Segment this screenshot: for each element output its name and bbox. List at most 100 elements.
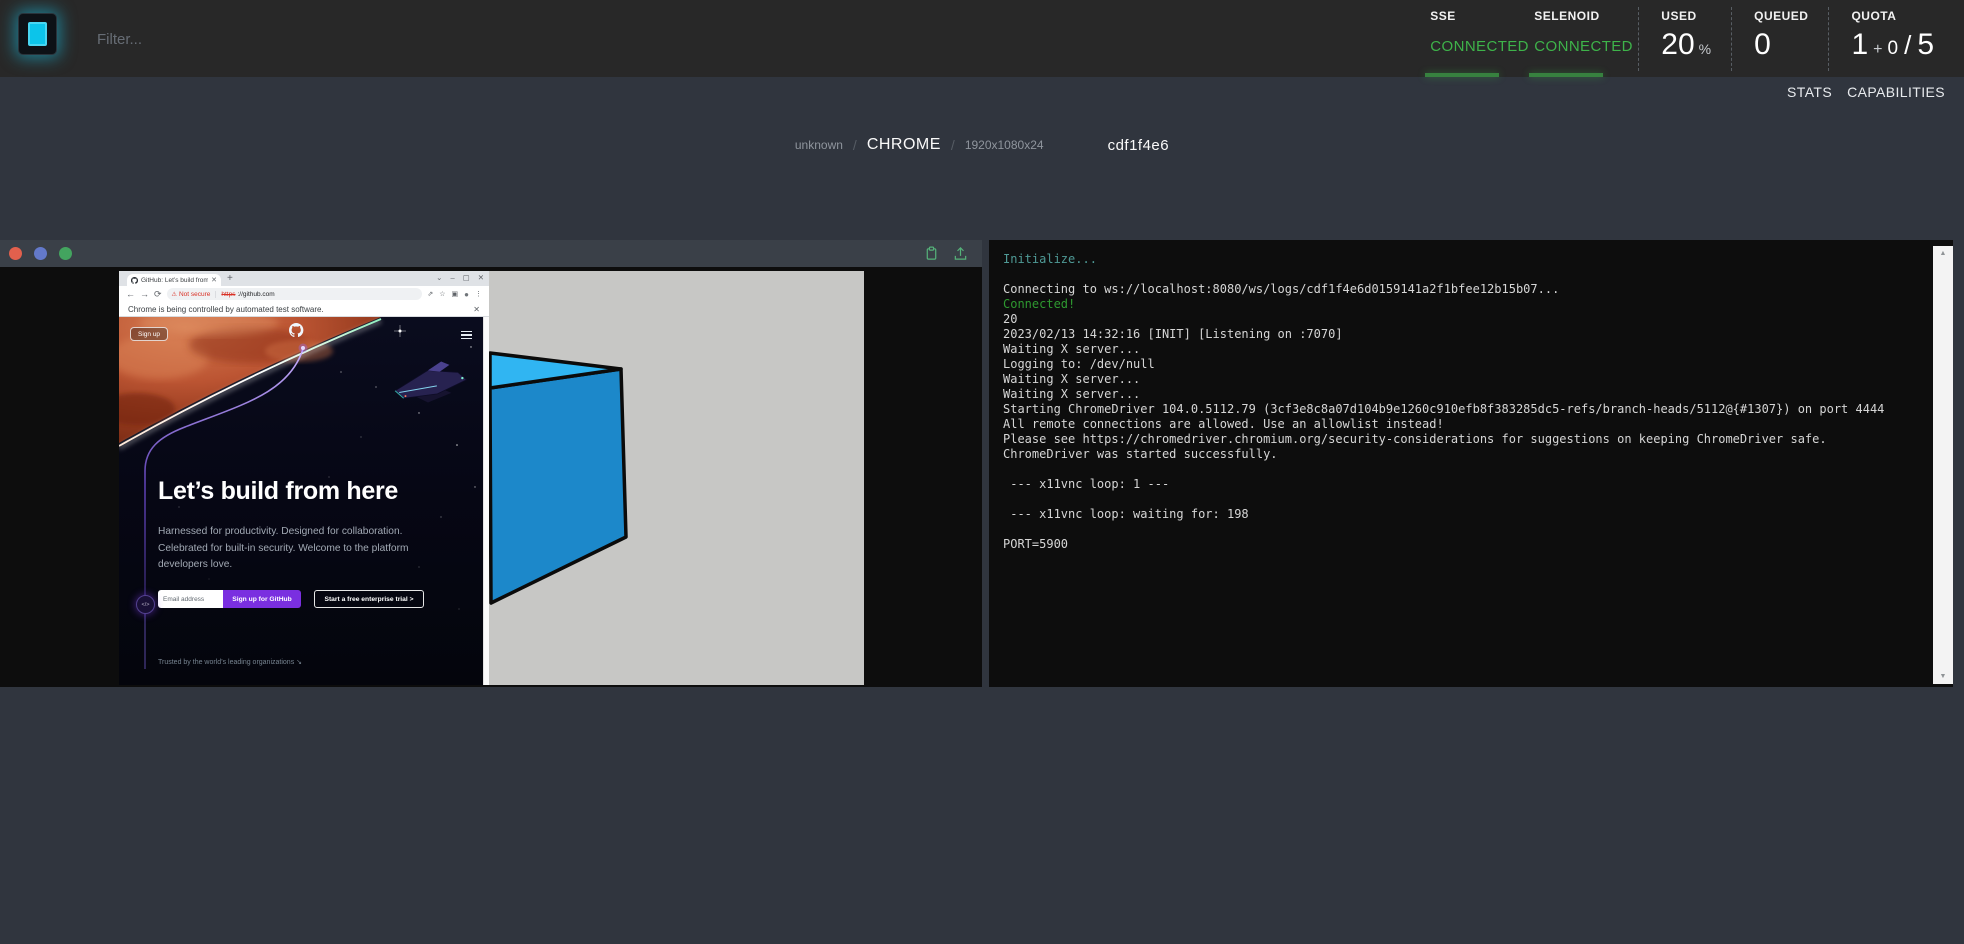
vnc-panel: GitHub: Let’s build from he… ✕ + ⌄ – ▢ ✕… [0, 240, 982, 687]
quota-pending: 0 [1888, 38, 1899, 59]
upload-icon[interactable] [953, 246, 968, 261]
github-signup-form: Sign up for GitHub Start a free enterpri… [158, 590, 424, 608]
log-line: Please see https://chromedriver.chromium… [1003, 432, 1925, 447]
used-value: 20 [1661, 28, 1694, 61]
used-label: USED [1661, 9, 1711, 23]
log-line: 2023/02/13 14:32:16 [INIT] [Listening on… [1003, 327, 1925, 342]
queued-label: QUEUED [1754, 9, 1808, 23]
code-bracket-icon: </> [136, 595, 155, 614]
close-light-button[interactable] [9, 247, 22, 260]
github-heading: Let’s build from here [158, 477, 398, 506]
browser-tab-strip: GitHub: Let’s build from he… ✕ + ⌄ – ▢ ✕ [119, 271, 489, 286]
app-logo[interactable] [18, 13, 57, 55]
remote-desktop-background [489, 271, 864, 685]
status-bar: SSE CONNECTED SELENOID CONNECTED USED 20… [1430, 0, 1954, 77]
logo-mark-icon [28, 22, 47, 46]
browser-toolbar: ← → ⟳ ⚠ Not secure https://github.com ⇗ … [119, 286, 489, 302]
url-host: ://github.com [237, 291, 274, 298]
log-line: Starting ChromeDriver 104.0.5112.79 (3cf… [1003, 402, 1925, 417]
infobar-text: Chrome is being controlled by automated … [128, 305, 473, 314]
signup-for-github-button[interactable]: Sign up for GitHub [223, 590, 301, 608]
log-line: Waiting X server... [1003, 387, 1925, 402]
session-row[interactable]: unknown / CHROME / 1920x1080x24 cdf1f4e6 [0, 136, 1964, 154]
bookmark-star-icon[interactable]: ☆ [439, 290, 445, 298]
scroll-up-icon[interactable]: ▲ [1940, 250, 1947, 257]
clipboard-icon[interactable] [924, 246, 939, 261]
selenoid-status: CONNECTED [1534, 38, 1638, 55]
github-signup-button[interactable]: Sign up [130, 327, 168, 341]
browser-tab[interactable]: GitHub: Let’s build from he… ✕ [127, 274, 221, 286]
sse-status: CONNECTED [1430, 38, 1534, 55]
log-line: Initialize... [1003, 252, 1925, 267]
address-bar[interactable]: ⚠ Not secure https://github.com [167, 288, 423, 300]
fullscreen-light-button[interactable] [59, 247, 72, 260]
log-line [1003, 492, 1925, 507]
vnc-window-header [0, 240, 982, 267]
share-icon[interactable]: ⇗ [427, 290, 433, 298]
log-scrollbar[interactable]: ▲ ▼ [1933, 246, 1953, 684]
status-sse: SSE CONNECTED [1430, 0, 1534, 77]
scroll-down-icon[interactable]: ▼ [1940, 673, 1947, 680]
divider [215, 291, 216, 298]
tab-capabilities[interactable]: CAPABILITIES [1847, 84, 1945, 100]
quota-label: QUOTA [1851, 9, 1934, 23]
quota-slash: / [1904, 30, 1911, 60]
log-line: Connected! [1003, 297, 1925, 312]
new-tab-button[interactable]: + [227, 273, 233, 284]
filter-input[interactable] [95, 20, 519, 58]
github-favicon-icon [131, 277, 138, 284]
log-line [1003, 267, 1925, 282]
infobar-close-icon[interactable]: ✕ [473, 305, 480, 314]
top-header: SSE CONNECTED SELENOID CONNECTED USED 20… [0, 0, 1964, 77]
minimize-light-button[interactable] [34, 247, 47, 260]
spaceship-art [393, 360, 468, 405]
reload-icon[interactable]: ⟳ [154, 289, 162, 300]
status-selenoid: SELENOID CONNECTED [1534, 0, 1638, 77]
vnc-remote-desktop[interactable]: GitHub: Let’s build from he… ✕ + ⌄ – ▢ ✕… [119, 271, 864, 685]
tab-title: GitHub: Let’s build from he… [141, 277, 208, 284]
hamburger-menu-icon[interactable] [461, 331, 472, 339]
profile-avatar-icon[interactable]: ● [464, 290, 469, 299]
url-scheme: https [221, 291, 235, 298]
vnc-screen-area: GitHub: Let’s build from he… ✕ + ⌄ – ▢ ✕… [0, 267, 982, 687]
quota-used: 1 [1851, 28, 1868, 61]
github-hero-page: Sign up Let’s build from here Harnessed … [119, 317, 489, 685]
tagline-line: Harnessed for productivity. Designed for… [158, 524, 408, 541]
automation-infobar: Chrome is being controlled by automated … [119, 302, 489, 317]
browser-menu-icon[interactable]: ⋮ [475, 290, 482, 298]
session-browser: CHROME [867, 136, 941, 154]
window-maximize-icon[interactable]: ▢ [463, 273, 470, 282]
log-line: Waiting X server... [1003, 372, 1925, 387]
quota-total: 5 [1917, 28, 1934, 61]
log-line: Logging to: /dev/null [1003, 357, 1925, 372]
sse-label: SSE [1430, 9, 1534, 23]
cube-art [489, 271, 864, 685]
metric-quota: QUOTA 1+0/5 [1828, 7, 1954, 71]
trusted-by-text: Trusted by the world’s leading organizat… [158, 658, 302, 666]
tab-stats[interactable]: STATS [1787, 84, 1832, 100]
window-minimize-icon[interactable]: – [450, 273, 454, 282]
log-line: ChromeDriver was started successfully. [1003, 447, 1925, 462]
tagline-line: Celebrated for built-in security. Welcom… [158, 541, 408, 558]
forward-icon[interactable]: → [140, 289, 149, 299]
tagline-line: developers love. [158, 557, 408, 574]
log-line: Connecting to ws://localhost:8080/ws/log… [1003, 282, 1925, 297]
metric-used: USED 20% [1638, 7, 1731, 71]
tab-close-icon[interactable]: ✕ [211, 276, 217, 284]
log-line: --- x11vnc loop: waiting for: 198 [1003, 507, 1925, 522]
email-field[interactable] [158, 590, 223, 608]
enterprise-trial-button[interactable]: Start a free enterprise trial > [314, 590, 424, 608]
log-line: Waiting X server... [1003, 342, 1925, 357]
session-owner: unknown [795, 138, 843, 152]
remote-browser-window[interactable]: GitHub: Let’s build from he… ✕ + ⌄ – ▢ ✕… [119, 271, 489, 685]
not-secure-label: Not secure [179, 291, 210, 298]
session-resolution: 1920x1080x24 [965, 138, 1044, 152]
window-menu-icon[interactable]: ⌄ [436, 273, 442, 282]
window-close-icon[interactable]: ✕ [478, 273, 484, 282]
log-line: PORT=5900 [1003, 537, 1925, 552]
selenoid-label: SELENOID [1534, 9, 1638, 23]
separator: / [951, 137, 955, 153]
tab-switcher-icon[interactable]: ▣ [452, 290, 459, 298]
github-tagline: Harnessed for productivity. Designed for… [158, 524, 408, 574]
back-icon[interactable]: ← [126, 289, 135, 299]
